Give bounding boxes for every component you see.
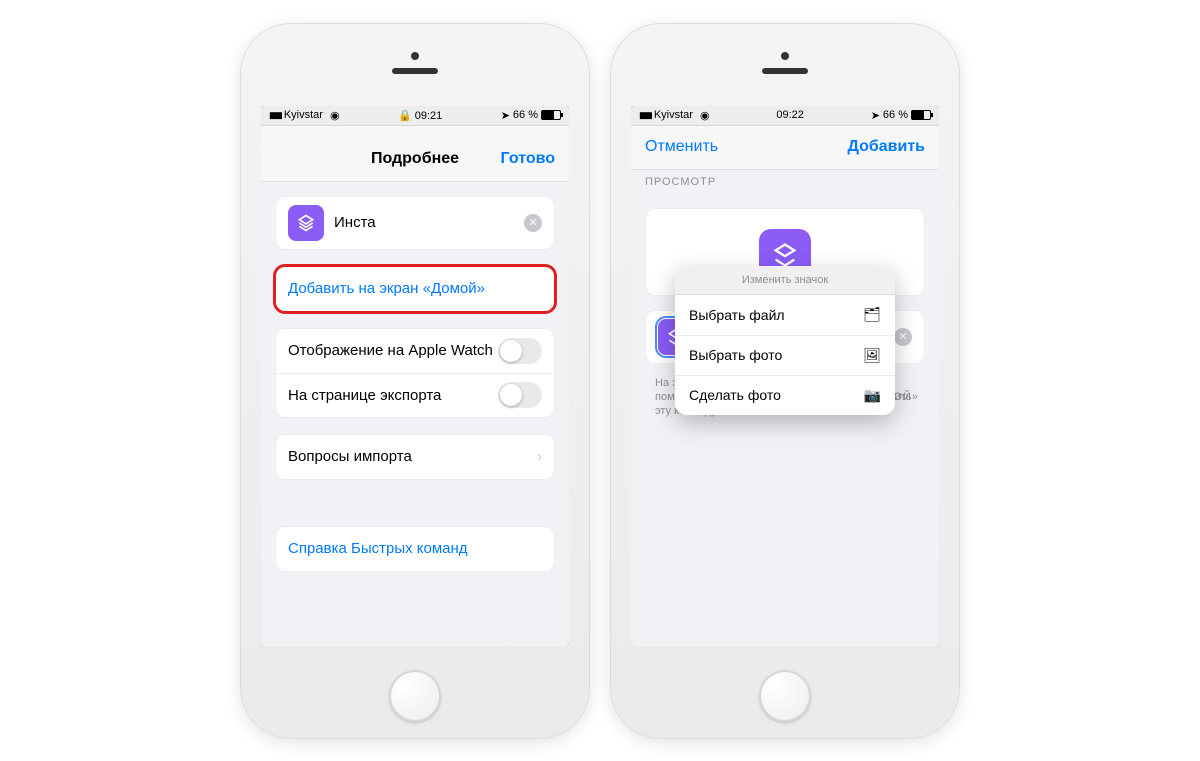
phone-earpiece	[762, 52, 808, 74]
front-camera	[411, 52, 419, 60]
lock-icon: 🔒	[398, 110, 412, 122]
battery-pct: 66 %	[513, 109, 538, 121]
choose-photo-option[interactable]: Выбрать фото 🖼	[675, 335, 895, 375]
take-photo-option[interactable]: Сделать фото 📷	[675, 375, 895, 415]
popover-title: Изменить значок	[675, 266, 895, 295]
screen-right: Kyivstar ◉ 09:22 ➤ 66 % Отменить Добавит…	[631, 106, 939, 646]
shortcut-name-cell[interactable]: Инста ✕	[276, 197, 554, 249]
front-camera	[781, 52, 789, 60]
help-group: Справка Быстрых команд	[275, 526, 555, 572]
toggles-group: Отображение на Apple Watch На странице э…	[275, 328, 555, 418]
wifi-icon: ◉	[700, 109, 710, 122]
battery-icon	[911, 110, 931, 120]
add-button[interactable]: Добавить	[848, 138, 926, 156]
screen-left: Kyivstar ◉ 🔒 09:21 ➤ 66 % Отменить Далее…	[261, 106, 569, 646]
chevron-right-icon: ›	[537, 448, 542, 465]
carrier-label: Kyivstar	[284, 109, 323, 121]
signal-icon	[269, 109, 281, 121]
location-icon: ➤	[871, 109, 880, 122]
home-button[interactable]	[389, 670, 441, 722]
status-bar: Kyivstar ◉ 🔒 09:21 ➤ 66 %	[261, 106, 569, 126]
export-page-toggle[interactable]	[498, 382, 542, 408]
earpiece	[762, 68, 808, 74]
cancel-button[interactable]: Отменить	[645, 138, 718, 156]
add-home-sheet: Отменить Добавить ПРОСМОТР «ДОМОЙ» Новая…	[631, 126, 939, 646]
status-time: 09:22	[776, 109, 804, 121]
done-button[interactable]: Готово	[501, 138, 555, 181]
details-modal: Подробнее Готово Инста ✕ Добавить на эк	[261, 138, 569, 646]
modal-nav: Подробнее Готово	[261, 138, 569, 182]
add-to-home-group: Добавить на экран «Домой»	[275, 266, 555, 312]
phone-right: Kyivstar ◉ 09:22 ➤ 66 % Отменить Добавит…	[611, 24, 959, 738]
shortcut-icon	[288, 205, 324, 241]
modal-title: Подробнее	[371, 150, 459, 168]
preview-label: ПРОСМОТР	[631, 170, 939, 194]
battery-pct: 66 %	[883, 109, 908, 121]
change-icon-popover: Изменить значок Выбрать файл 🗂 Выбрать ф…	[675, 266, 895, 415]
import-questions-cell[interactable]: Вопросы импорта ›	[276, 435, 554, 479]
add-to-home-button[interactable]: Добавить на экран «Домой»	[276, 267, 554, 311]
home-button[interactable]	[759, 670, 811, 722]
phone-left: Kyivstar ◉ 🔒 09:21 ➤ 66 % Отменить Далее…	[241, 24, 589, 738]
camera-icon: 📷	[864, 387, 881, 404]
shortcut-name: Инста	[334, 214, 376, 231]
location-icon: ➤	[501, 109, 510, 122]
shortcut-name-group: Инста ✕	[275, 196, 555, 250]
sheet-nav: Отменить Добавить	[631, 126, 939, 170]
apple-watch-toggle[interactable]	[498, 338, 542, 364]
clear-icon[interactable]: ✕	[894, 328, 912, 346]
status-bar: Kyivstar ◉ 09:22 ➤ 66 %	[631, 106, 939, 126]
export-page-cell: На странице экспорта	[276, 373, 554, 417]
choose-file-option[interactable]: Выбрать файл 🗂	[675, 295, 895, 335]
folder-icon: 🗂	[863, 306, 881, 323]
earpiece	[392, 68, 438, 74]
signal-icon	[639, 109, 651, 121]
help-link[interactable]: Справка Быстрых команд	[276, 527, 554, 571]
battery-icon	[541, 110, 561, 120]
carrier-label: Kyivstar	[654, 109, 693, 121]
phone-earpiece	[392, 52, 438, 74]
apple-watch-cell: Отображение на Apple Watch	[276, 329, 554, 373]
gallery-icon: 🖼	[863, 347, 881, 364]
import-group: Вопросы импорта ›	[275, 434, 555, 480]
status-time: 🔒 09:21	[398, 109, 442, 122]
wifi-icon: ◉	[330, 109, 340, 122]
clear-icon[interactable]: ✕	[524, 214, 542, 232]
